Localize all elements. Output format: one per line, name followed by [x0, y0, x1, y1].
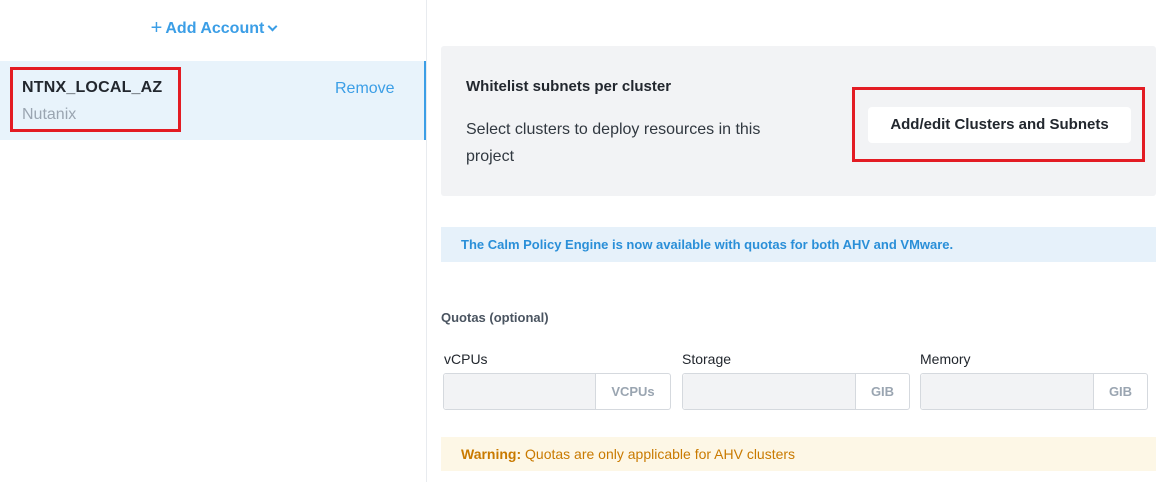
policy-engine-info-banner: The Calm Policy Engine is now available …	[441, 227, 1156, 262]
storage-input[interactable]	[683, 374, 856, 409]
memory-unit: GIB	[1108, 384, 1133, 399]
memory-field: GIB	[920, 373, 1148, 410]
warning-prefix: Warning:	[461, 446, 522, 462]
quotas-title: Quotas (optional)	[441, 310, 549, 325]
vcpus-field: VCPUs	[443, 373, 671, 410]
highlight-box-clusters-button	[852, 87, 1145, 162]
vcpus-input[interactable]	[444, 374, 596, 409]
add-account-button[interactable]: + Add Account	[0, 17, 427, 40]
plus-icon: +	[150, 17, 163, 39]
chevron-down-icon	[267, 21, 278, 32]
storage-unit: GIB	[870, 384, 895, 399]
storage-label: Storage	[682, 351, 732, 367]
memory-label: Memory	[920, 351, 971, 367]
highlight-box-account	[10, 67, 181, 132]
vcpus-label: vCPUs	[444, 351, 488, 367]
memory-input[interactable]	[921, 374, 1094, 409]
storage-field: GIB	[682, 373, 910, 410]
quota-warning-banner: Warning: Quotas are only applicable for …	[441, 437, 1156, 471]
add-account-label: Add Account	[165, 20, 265, 37]
warning-text: Quotas are only applicable for AHV clust…	[521, 446, 796, 462]
vcpus-unit: VCPUs	[611, 384, 655, 399]
whitelist-title: Whitelist subnets per cluster	[466, 78, 672, 95]
whitelist-description: Select clusters to deploy resources in t…	[466, 121, 761, 165]
remove-account-link[interactable]: Remove	[335, 80, 395, 98]
